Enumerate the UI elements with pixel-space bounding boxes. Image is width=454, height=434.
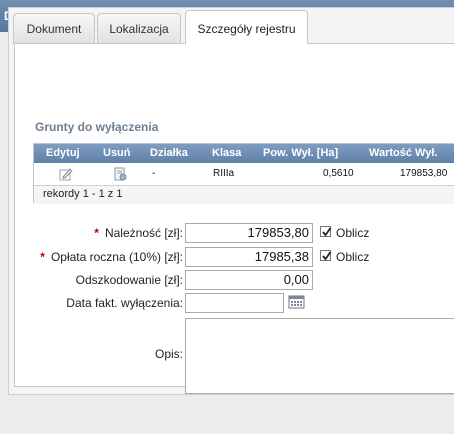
naleznosc-field[interactable]: 179853,80	[185, 223, 313, 243]
calendar-icon[interactable]	[288, 294, 305, 309]
record-count: rekordy 1 - 1 z 1	[43, 188, 123, 200]
grid-header: Edytuj Usuń Działka Klasa Pow. Wył. [Ha]…	[34, 144, 454, 163]
data-fakt-label: Data fakt. wyłączenia:	[66, 296, 183, 310]
column-header-pow[interactable]: Pow. Wył. [Ha]	[263, 144, 338, 163]
cell-klasa: RIIIa	[213, 168, 235, 179]
table-row: - RIIIa 0,5610 179853,80	[34, 163, 454, 185]
cell-wartosc: 179853,80	[400, 168, 448, 179]
cell-dzialka: -	[152, 168, 156, 179]
grunty-grid: Edytuj Usuń Działka Klasa Pow. Wył. [Ha]…	[33, 143, 454, 204]
oplata-field[interactable]: 17985,38	[185, 247, 313, 267]
odszkodowanie-label: Odszkodowanie [zł]:	[75, 273, 183, 287]
column-header-klasa[interactable]: Klasa	[212, 144, 241, 163]
naleznosc-oblicz-label: Oblicz	[336, 226, 370, 240]
delete-icon[interactable]	[112, 166, 128, 182]
required-star: *	[94, 226, 99, 240]
column-header-wartosc[interactable]: Wartość Wył.	[369, 144, 437, 163]
required-star: *	[40, 250, 45, 264]
column-header-edytuj[interactable]: Edytuj	[46, 144, 80, 163]
tab-lokalizacja[interactable]: Lokalizacja	[97, 13, 181, 43]
data-fakt-field[interactable]	[185, 293, 284, 313]
oplata-label: * Opłata roczna (10%) [zł]:	[40, 250, 183, 264]
section-title: Grunty do wyłączenia	[35, 120, 159, 134]
tab-szczegoly-rejestru[interactable]: Szczegóły rejestru	[185, 10, 308, 44]
edit-pencil-icon[interactable]	[58, 166, 74, 182]
oplata-oblicz-checkbox[interactable]	[320, 250, 332, 261]
column-header-usun[interactable]: Usuń	[103, 144, 131, 163]
opis-label: Opis:	[154, 347, 183, 361]
column-header-dzialka[interactable]: Działka	[150, 144, 188, 163]
oplata-oblicz-label: Oblicz	[336, 250, 370, 264]
opis-textarea[interactable]	[185, 318, 454, 394]
grid-pager: rekordy 1 - 1 z 1	[34, 185, 454, 204]
odszkodowanie-field[interactable]: 0,00	[185, 270, 313, 290]
cell-pow: 0,5610	[323, 168, 354, 179]
naleznosc-oblicz-checkbox[interactable]	[320, 226, 332, 237]
naleznosc-label: * Należność [zł]:	[94, 226, 183, 240]
tab-dokument[interactable]: Dokument	[13, 13, 95, 43]
